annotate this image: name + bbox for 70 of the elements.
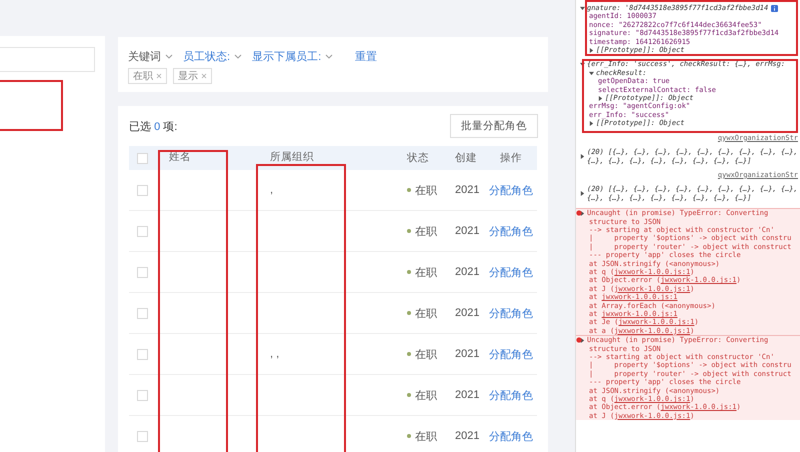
table-cell: 2021 <box>455 430 480 442</box>
table-cell: 2021 <box>455 225 480 237</box>
disclosure-triangle-icon[interactable] <box>580 210 585 216</box>
column-header: 操作 <box>500 152 522 164</box>
disclosure-triangle-icon[interactable] <box>580 6 585 11</box>
table-cell-text: 在职 <box>415 430 437 444</box>
disclosure-triangle-icon[interactable] <box>580 62 585 68</box>
status-dot <box>407 188 411 192</box>
assign-role-link[interactable]: 分配角色 <box>489 226 533 238</box>
tag-label: 显示 <box>178 70 198 83</box>
disclosure-triangle-icon[interactable] <box>589 120 594 126</box>
disclosure-triangle-icon[interactable] <box>589 70 594 76</box>
table-cell: 2021 <box>455 307 480 319</box>
column-header: 所属组织 <box>270 151 314 163</box>
close-icon[interactable] <box>156 73 162 79</box>
column-header: 姓名 <box>169 151 191 163</box>
status-dot <box>407 393 411 397</box>
disclosure-triangle-icon[interactable] <box>580 191 585 196</box>
error-icon <box>576 337 582 344</box>
checkbox[interactable] <box>136 348 148 360</box>
table-cell-text: 在职 <box>415 184 437 198</box>
column-header: 创建 <box>455 152 477 164</box>
chevron-down-icon <box>325 54 334 59</box>
table-cell: 2021 <box>455 266 480 278</box>
table-cell-text: 在职 <box>415 306 437 320</box>
column-header: 状态 <box>407 151 429 165</box>
filter-dropdown[interactable]: 员工状态: <box>183 49 242 64</box>
disclosure-triangle-icon[interactable] <box>589 48 594 53</box>
checkbox[interactable] <box>136 226 148 236</box>
selection-count: 已选 0 项: <box>129 120 178 134</box>
checkbox[interactable] <box>136 390 148 400</box>
batch-assign-button[interactable]: 批量分配角色 <box>450 114 538 138</box>
status-dot <box>407 270 411 274</box>
assign-role-link[interactable]: 分配角色 <box>489 308 533 320</box>
status-dot <box>407 352 411 356</box>
table-cell: 2021 <box>455 348 480 360</box>
checkbox[interactable] <box>136 184 148 196</box>
table-cell-text: 在职 <box>415 388 437 402</box>
reset-link[interactable]: 重置 <box>355 49 378 64</box>
error-icon <box>576 210 582 216</box>
status-dot <box>407 229 411 233</box>
assign-role-link[interactable]: 分配角色 <box>489 348 533 360</box>
status-dot <box>407 434 411 438</box>
assign-role-link[interactable]: 分配角色 <box>489 266 533 278</box>
table-cell-text: 在职 <box>415 348 437 362</box>
disclosure-triangle-icon[interactable] <box>580 154 585 159</box>
close-icon[interactable] <box>201 73 207 79</box>
assign-role-link[interactable]: 分配角色 <box>489 184 533 196</box>
chevron-down-icon <box>165 54 173 59</box>
table-cell: 2021 <box>455 389 480 401</box>
table-cell: , , <box>270 348 280 360</box>
table-cell: , <box>270 184 274 196</box>
checkbox[interactable] <box>136 430 148 442</box>
tag-label: 在职 <box>133 70 153 83</box>
highlight-frame <box>0 80 63 131</box>
table-cell: 2021 <box>455 184 480 196</box>
checkbox[interactable] <box>136 152 148 164</box>
filter-dropdown[interactable]: 关键词 <box>128 49 173 64</box>
checkbox[interactable] <box>136 266 148 278</box>
chevron-down-icon <box>234 54 242 59</box>
status-dot <box>407 311 411 315</box>
filter-dropdown[interactable]: 显示下属员工: <box>252 49 334 64</box>
assign-role-link[interactable]: 分配角色 <box>489 430 533 442</box>
assign-role-link[interactable]: 分配角色 <box>489 390 533 402</box>
table-cell-text: 在职 <box>415 266 437 280</box>
search-field[interactable] <box>0 47 95 72</box>
disclosure-triangle-icon[interactable] <box>598 96 603 101</box>
disclosure-triangle-icon[interactable] <box>580 338 585 343</box>
table-cell-text: 在职 <box>415 224 437 238</box>
checkbox[interactable] <box>136 308 148 318</box>
